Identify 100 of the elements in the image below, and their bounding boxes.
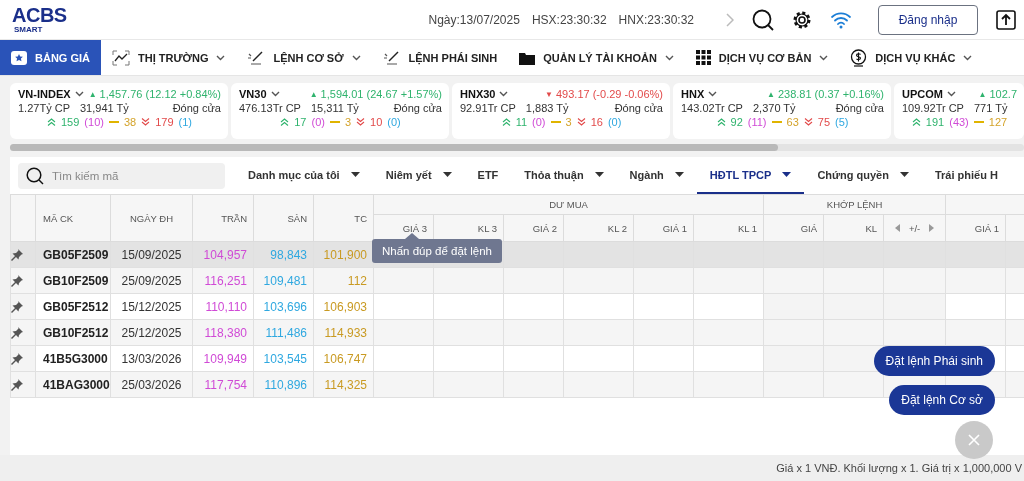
- table-cell: 106,747: [313, 345, 374, 372]
- index-card[interactable]: VN30 ▲ 1,594.01 (24.67 +1.57%) 476.13Tr CP 15,311 Tỷ Đóng cửa 17 (0) 3 10 (0): [231, 83, 449, 139]
- nav-tab[interactable]: LỆNH PHÁI SINH: [371, 40, 509, 75]
- nav-tab[interactable]: THỊ TRƯỜNG: [101, 40, 237, 75]
- floor-count: (5): [835, 116, 849, 128]
- column-group-header: DƯ MUA: [373, 194, 764, 215]
- filter-tab[interactable]: Ngành: [616, 157, 697, 194]
- table-cell: [693, 345, 764, 372]
- pin-icon[interactable]: [11, 326, 23, 339]
- double-chevron-down-icon: [356, 118, 366, 126]
- advances-count: 92: [730, 116, 743, 128]
- pin-icon[interactable]: [11, 274, 23, 287]
- chevron-down-icon: [351, 54, 361, 61]
- table-row[interactable]: GB05F2512 15/12/2025 110,110 103,696 106,903: [10, 293, 1024, 320]
- unchanged-count: 3: [565, 116, 572, 128]
- pin-icon[interactable]: [11, 378, 23, 391]
- filter-tab[interactable]: Thỏa thuận: [511, 157, 617, 194]
- table-cell: GB05F2509: [35, 241, 111, 268]
- nav-tab[interactable]: QUẢN LÝ TÀI KHOẢN: [508, 40, 685, 75]
- index-volume: 109.92Tr CP: [902, 102, 964, 114]
- dash-icon: [973, 121, 984, 123]
- declines-count: 16: [590, 116, 603, 128]
- index-volume: 92.91Tr CP: [460, 102, 516, 114]
- table-cell: [433, 371, 504, 398]
- column-header: TC: [313, 194, 374, 242]
- table-cell: [693, 371, 764, 398]
- pin-icon[interactable]: [11, 352, 23, 365]
- index-name[interactable]: HNX30: [460, 88, 496, 100]
- filter-tab[interactable]: Chứng quyền: [804, 157, 922, 194]
- market-status: Đóng cửa: [393, 102, 442, 114]
- column-header: KL 1: [693, 214, 764, 242]
- index-name[interactable]: VN30: [239, 88, 267, 100]
- chevron-down-icon: [216, 54, 226, 61]
- index-name[interactable]: UPCOM: [902, 88, 943, 100]
- index-card[interactable]: HNX ▲ 238.81 (0.37 +0.16%) 143.02Tr CP 2,370 Tỷ Đóng cửa 92 (11) 63 75 (5): [673, 83, 891, 139]
- chevron-down-icon: [819, 54, 829, 61]
- filter-tab[interactable]: Danh mục của tôi: [235, 157, 373, 194]
- index-value: 15,311 Tỷ: [310, 102, 359, 114]
- caret-icon: [782, 172, 792, 177]
- market-status: Đóng cửa: [614, 102, 663, 114]
- search-icon: [26, 166, 44, 185]
- filter-tab[interactable]: ETF: [464, 157, 512, 194]
- table-cell: [563, 293, 634, 320]
- table-cell: [433, 319, 504, 346]
- index-name[interactable]: HNX: [681, 88, 705, 100]
- order-button[interactable]: Đặt lệnh Phái sinh: [873, 346, 995, 376]
- ceiling-count: (0): [532, 116, 546, 128]
- caret-icon: [674, 172, 684, 177]
- table-cell: [633, 293, 694, 320]
- settings-icon[interactable]: [792, 9, 812, 30]
- floor-count: (0): [387, 116, 401, 128]
- nav-tab[interactable]: DỊCH VỤ KHÁC: [839, 40, 984, 75]
- nav-tab[interactable]: DỊCH VỤ CƠ BẢN: [684, 40, 840, 75]
- filter-tab[interactable]: Niêm yết: [372, 157, 465, 194]
- table-cell: 15/12/2025: [110, 293, 193, 320]
- table-row[interactable]: GB10F2509 25/09/2025 116,251 109,481 112: [10, 267, 1024, 294]
- table-cell: 110,110: [192, 293, 254, 320]
- wifi-icon[interactable]: [830, 10, 852, 29]
- table-row[interactable]: GB10F2512 25/12/2025 118,380 111,486 114,933: [10, 319, 1024, 346]
- search-icon[interactable]: [752, 8, 774, 31]
- table-cell: [945, 293, 1006, 320]
- pin-icon[interactable]: [11, 300, 23, 313]
- upload-icon[interactable]: [996, 9, 1016, 30]
- declines-count: 179: [155, 116, 174, 128]
- filter-tab[interactable]: Trái phiếu H: [921, 157, 1011, 194]
- right-arrow-icon[interactable]: [929, 224, 935, 233]
- table-cell: 106,903: [313, 293, 374, 320]
- table-cell: [563, 371, 634, 398]
- double-chevron-up-icon: [501, 118, 511, 126]
- declines-count: 10: [370, 116, 383, 128]
- advances-count: 17: [294, 116, 307, 128]
- trend-arrow: ▲: [309, 89, 318, 99]
- index-card[interactable]: VN-INDEX ▲ 1,457.76 (12.12 +0.84%) 1.27Tỷ CP 31,941 Tỷ Đóng cửa 159 (10) 38 179 (1): [10, 83, 228, 139]
- unchanged-count: 63: [786, 116, 799, 128]
- pin-icon[interactable]: [11, 248, 23, 261]
- left-arrow-icon[interactable]: [894, 224, 900, 233]
- double-chevron-up-icon: [911, 118, 921, 126]
- index-card[interactable]: HNX30 ▼ 493.17 (-0.29 -0.06%) 92.91Tr CP 1,883 Tỷ Đóng cửa 11 (0) 3 16 (0): [452, 83, 670, 139]
- nav-tab[interactable]: BẢNG GIÁ: [0, 40, 101, 75]
- index-name[interactable]: VN-INDEX: [18, 88, 71, 100]
- table-cell: 103,696: [253, 293, 314, 320]
- nav-tab[interactable]: LỆNH CƠ SỞ: [236, 40, 372, 75]
- scrollbar[interactable]: [10, 144, 1024, 151]
- column-header: MÃ CK: [35, 194, 111, 242]
- login-button[interactable]: Đăng nhập: [878, 4, 978, 35]
- logo-tagline: SMART: [14, 26, 43, 34]
- chevron-down-icon: [270, 91, 280, 97]
- index-change: 238.81 (0.37 +0.16%): [777, 88, 884, 100]
- index-card[interactable]: UPCOM ▲ 102.7 109.92Tr CP 771 Tỷ 191 (43) 127: [894, 83, 1024, 139]
- table-cell: [433, 345, 504, 372]
- table-cell: GB10F2512: [35, 319, 111, 346]
- order-button[interactable]: Đặt lệnh Cơ sở: [889, 385, 995, 415]
- search-field[interactable]: Tìm kiếm mã: [18, 162, 225, 189]
- trend-arrow: ▲: [766, 89, 775, 99]
- ceiling-count: (43): [949, 116, 969, 128]
- tooltip-arrow-icon: [405, 233, 419, 239]
- index-value: 31,941 Tỷ: [79, 102, 129, 114]
- floor-count: (0): [607, 116, 622, 128]
- index-value: 1,883 Tỷ: [525, 102, 569, 114]
- ceiling-count: (0): [311, 116, 325, 128]
